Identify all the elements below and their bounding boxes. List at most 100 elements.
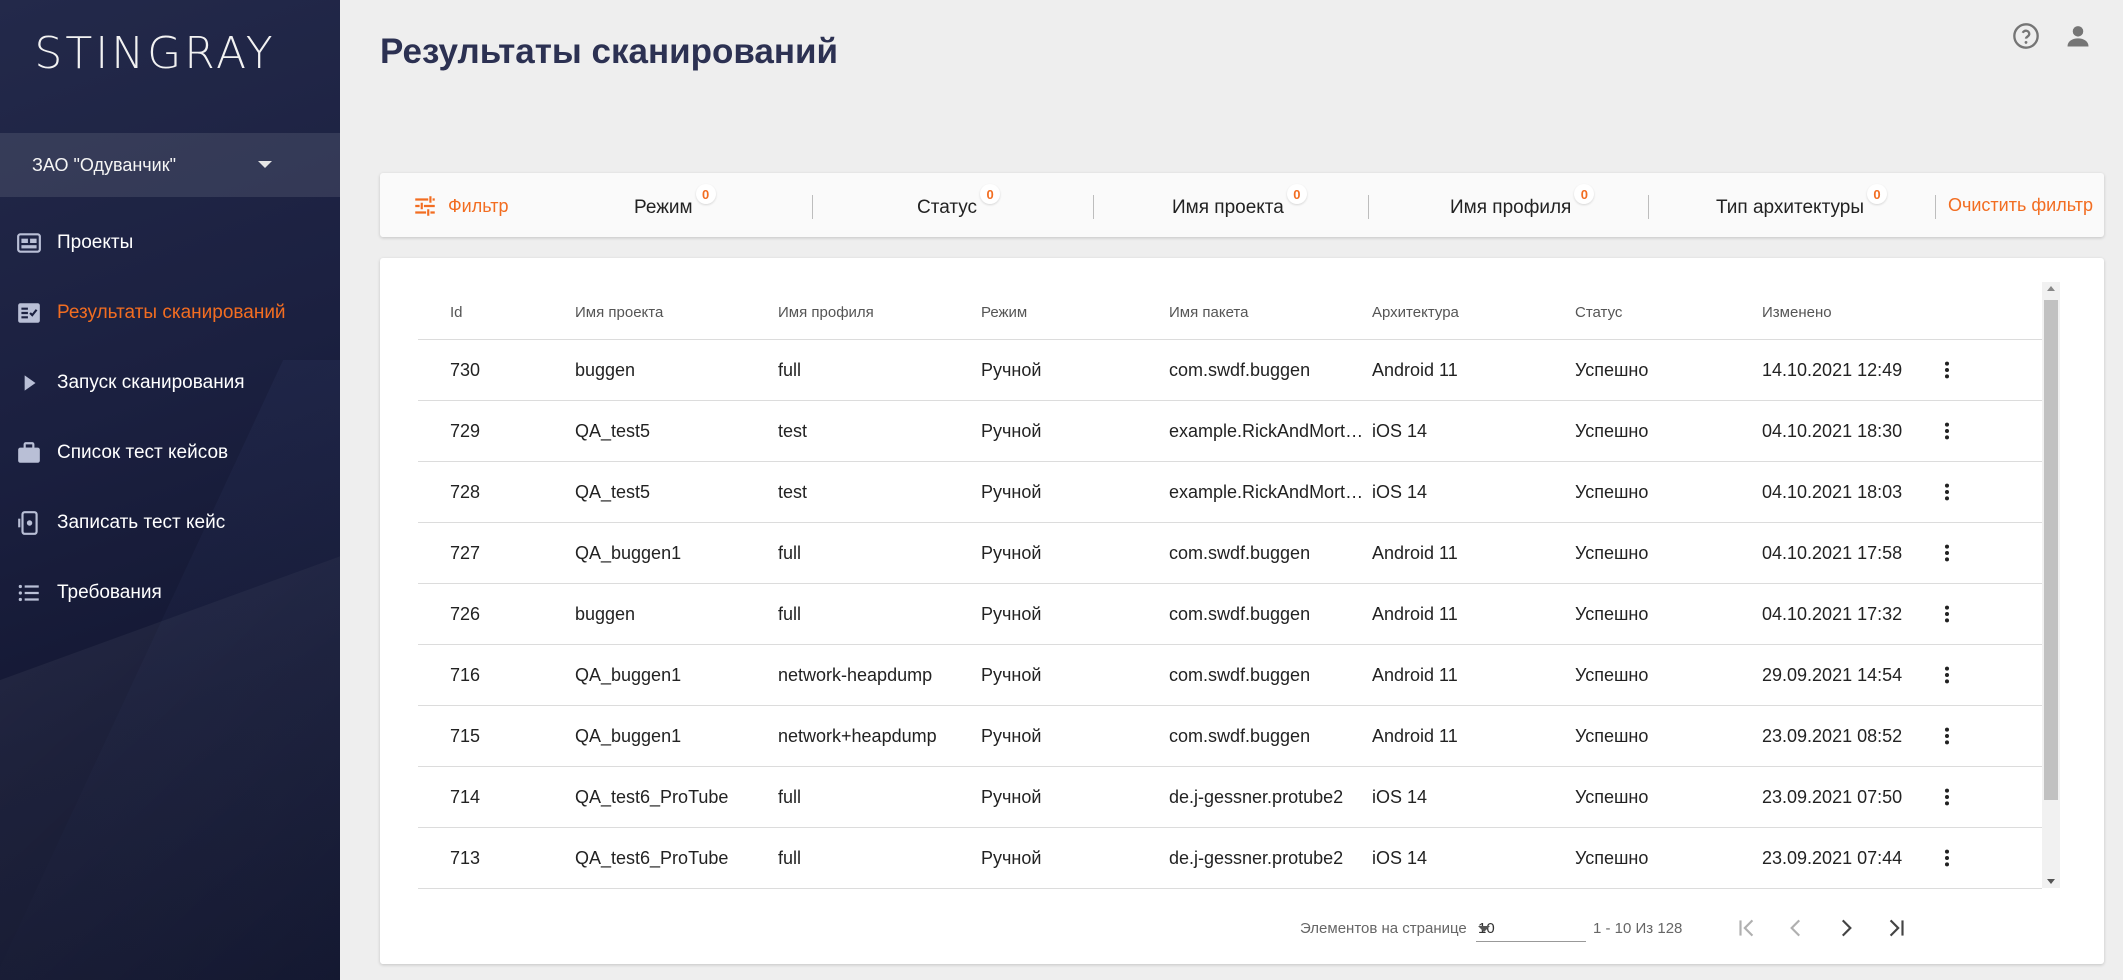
column-header-status[interactable]: Статус: [1575, 304, 1622, 321]
cell-project-name: QA_test5: [575, 421, 651, 441]
table-row[interactable]: 728 QA_test5 test Ручной example.RickAndMort…: [418, 462, 2042, 523]
sidebar-item-record-test-case[interactable]: Записать тест кейс: [0, 488, 340, 558]
sidebar-item-start-scan[interactable]: Запуск сканирования: [0, 348, 340, 418]
cell-modified: 04.10.2021 17:32: [1762, 604, 1903, 624]
cell-profile-name: test: [778, 421, 808, 441]
more-vert-icon[interactable]: [1936, 781, 1958, 813]
column-header-modified[interactable]: Изменено: [1762, 304, 1832, 321]
cell-id: 715: [450, 726, 481, 746]
filter-count-badge: 0: [695, 184, 716, 204]
cell-modified: 04.10.2021 17:58: [1762, 543, 1903, 563]
table-header: Id Имя проекта Имя профиля Режим Имя пак…: [418, 282, 2042, 340]
sidebar-item-requirements[interactable]: Требования: [0, 558, 340, 628]
filter-count-badge: 0: [980, 184, 1001, 204]
more-vert-icon[interactable]: [1936, 354, 1958, 386]
filter-project-name[interactable]: Имя проекта 0: [1172, 184, 1307, 219]
table-row[interactable]: 727 QA_buggen1 full Ручной com.swdf.buggen An…: [418, 523, 2042, 584]
column-header-package-name[interactable]: Имя пакета: [1169, 304, 1248, 321]
clear-filter-button[interactable]: Очистить фильтр: [1948, 195, 2093, 216]
filter-profile-name[interactable]: Имя профиля 0: [1450, 184, 1595, 219]
filter-status[interactable]: Статус 0: [917, 184, 1001, 219]
organization-label: ЗАО "Одуванчик": [32, 154, 176, 175]
filter-architecture[interactable]: Тип архитектуры 0: [1716, 184, 1887, 219]
filter-button[interactable]: Фильтр: [412, 193, 508, 219]
cell-architecture: iOS 14: [1372, 421, 1428, 441]
scrollbar-thumb[interactable]: [2044, 300, 2058, 800]
table-row[interactable]: 729 QA_test5 test Ручной example.RickAndMort…: [418, 401, 2042, 462]
cell-package-name: com.swdf.buggen: [1169, 543, 1311, 563]
sidebar-item-projects[interactable]: Проекты: [0, 208, 340, 278]
filter-divider: [1935, 195, 1936, 219]
cell-id: 730: [450, 360, 481, 380]
cell-architecture: Android 11: [1372, 726, 1458, 746]
cell-architecture: Android 11: [1372, 665, 1458, 685]
table-row[interactable]: 715 QA_buggen1 network+heapdump Ручной com.s…: [418, 706, 2042, 767]
scroll-up-arrow-icon[interactable]: [2047, 286, 2055, 291]
table-row[interactable]: 730 buggen full Ручной com.swdf.buggen Androi…: [418, 340, 2042, 401]
more-vert-icon[interactable]: [1936, 720, 1958, 752]
cell-package-name: de.j-gessner.protube2: [1169, 787, 1344, 807]
cell-status: Успешно: [1575, 787, 1649, 807]
top-icons: [2012, 22, 2092, 50]
cell-modified: 29.09.2021 14:54: [1762, 665, 1903, 685]
page-title: Результаты сканирований: [380, 32, 839, 71]
app-logo[interactable]: STINGRAY: [0, 28, 310, 79]
cell-modified: 23.09.2021 08:52: [1762, 726, 1903, 746]
cell-mode: Ручной: [981, 543, 1042, 563]
cell-project-name: QA_test6_ProTube: [575, 848, 729, 868]
filter-profile-name-label: Имя профиля: [1450, 197, 1572, 218]
cell-status: Успешно: [1575, 848, 1649, 868]
more-vert-icon[interactable]: [1936, 842, 1958, 874]
filter-architecture-label: Тип архитектуры: [1716, 197, 1864, 218]
help-icon[interactable]: [2012, 22, 2040, 50]
table-row[interactable]: 726 buggen full Ручной com.swdf.buggen Androi…: [418, 584, 2042, 645]
sidebar-item-label: Проекты: [57, 232, 134, 253]
organization-select[interactable]: ЗАО "Одуванчик": [0, 133, 340, 197]
table-row[interactable]: 716 QA_buggen1 network-heapdump Ручной com.s…: [418, 645, 2042, 706]
cell-mode: Ручной: [981, 848, 1042, 868]
cell-status: Успешно: [1575, 726, 1649, 746]
table-row[interactable]: 713 QA_test6_ProTube full Ручной de.j-gessne…: [418, 828, 2042, 889]
column-header-profile-name[interactable]: Имя профиля: [778, 304, 874, 321]
scan-results-icon: [16, 300, 42, 326]
more-vert-icon[interactable]: [1936, 415, 1958, 447]
cell-architecture: Android 11: [1372, 543, 1458, 563]
column-header-mode[interactable]: Режим: [981, 304, 1027, 321]
more-vert-icon[interactable]: [1936, 659, 1958, 691]
filter-count-badge: 0: [1867, 184, 1887, 204]
cell-status: Успешно: [1575, 665, 1649, 685]
column-header-project-name[interactable]: Имя проекта: [575, 304, 663, 321]
cell-modified: 23.09.2021 07:44: [1762, 848, 1903, 868]
last-page-icon[interactable]: [1882, 914, 1910, 942]
filter-mode[interactable]: Режим 0: [634, 184, 716, 219]
table-row[interactable]: 714 QA_test6_ProTube full Ручной de.j-gessne…: [418, 767, 2042, 828]
table-scrollbar[interactable]: [2042, 282, 2060, 888]
items-per-page-select[interactable]: 10: [1476, 912, 1586, 942]
more-vert-icon[interactable]: [1936, 476, 1958, 508]
column-header-architecture[interactable]: Архитектура: [1372, 304, 1459, 321]
sidebar-item-scan-results[interactable]: Результаты сканирований: [0, 278, 340, 348]
sidebar-nav: Проекты Результаты сканирований Запуск с…: [0, 208, 340, 628]
user-icon[interactable]: [2064, 22, 2092, 50]
sidebar-item-label: Результаты сканирований: [57, 302, 286, 323]
previous-page-icon[interactable]: [1782, 914, 1810, 942]
scroll-down-arrow-icon[interactable]: [2047, 879, 2055, 884]
cell-mode: Ручной: [981, 665, 1042, 685]
cell-project-name: QA_test5: [575, 482, 651, 502]
pagination: Элементов на странице 10 1 - 10 Из 128: [380, 906, 2104, 946]
cell-package-name: com.swdf.buggen: [1169, 665, 1311, 685]
projects-icon: [16, 230, 42, 256]
first-page-icon[interactable]: [1733, 914, 1761, 942]
cell-modified: 14.10.2021 12:49: [1762, 360, 1903, 380]
cell-project-name: QA_buggen1: [575, 543, 682, 563]
filter-status-label: Статус: [917, 197, 978, 218]
cell-status: Успешно: [1575, 360, 1649, 380]
next-page-icon[interactable]: [1832, 914, 1860, 942]
more-vert-icon[interactable]: [1936, 537, 1958, 569]
sidebar-item-test-cases[interactable]: Список тест кейсов: [0, 418, 340, 488]
column-header-id[interactable]: Id: [450, 304, 463, 321]
items-per-page-label: Элементов на странице: [1300, 920, 1467, 937]
more-vert-icon[interactable]: [1936, 598, 1958, 630]
filter-mode-label: Режим: [634, 197, 693, 218]
cell-mode: Ручной: [981, 787, 1042, 807]
